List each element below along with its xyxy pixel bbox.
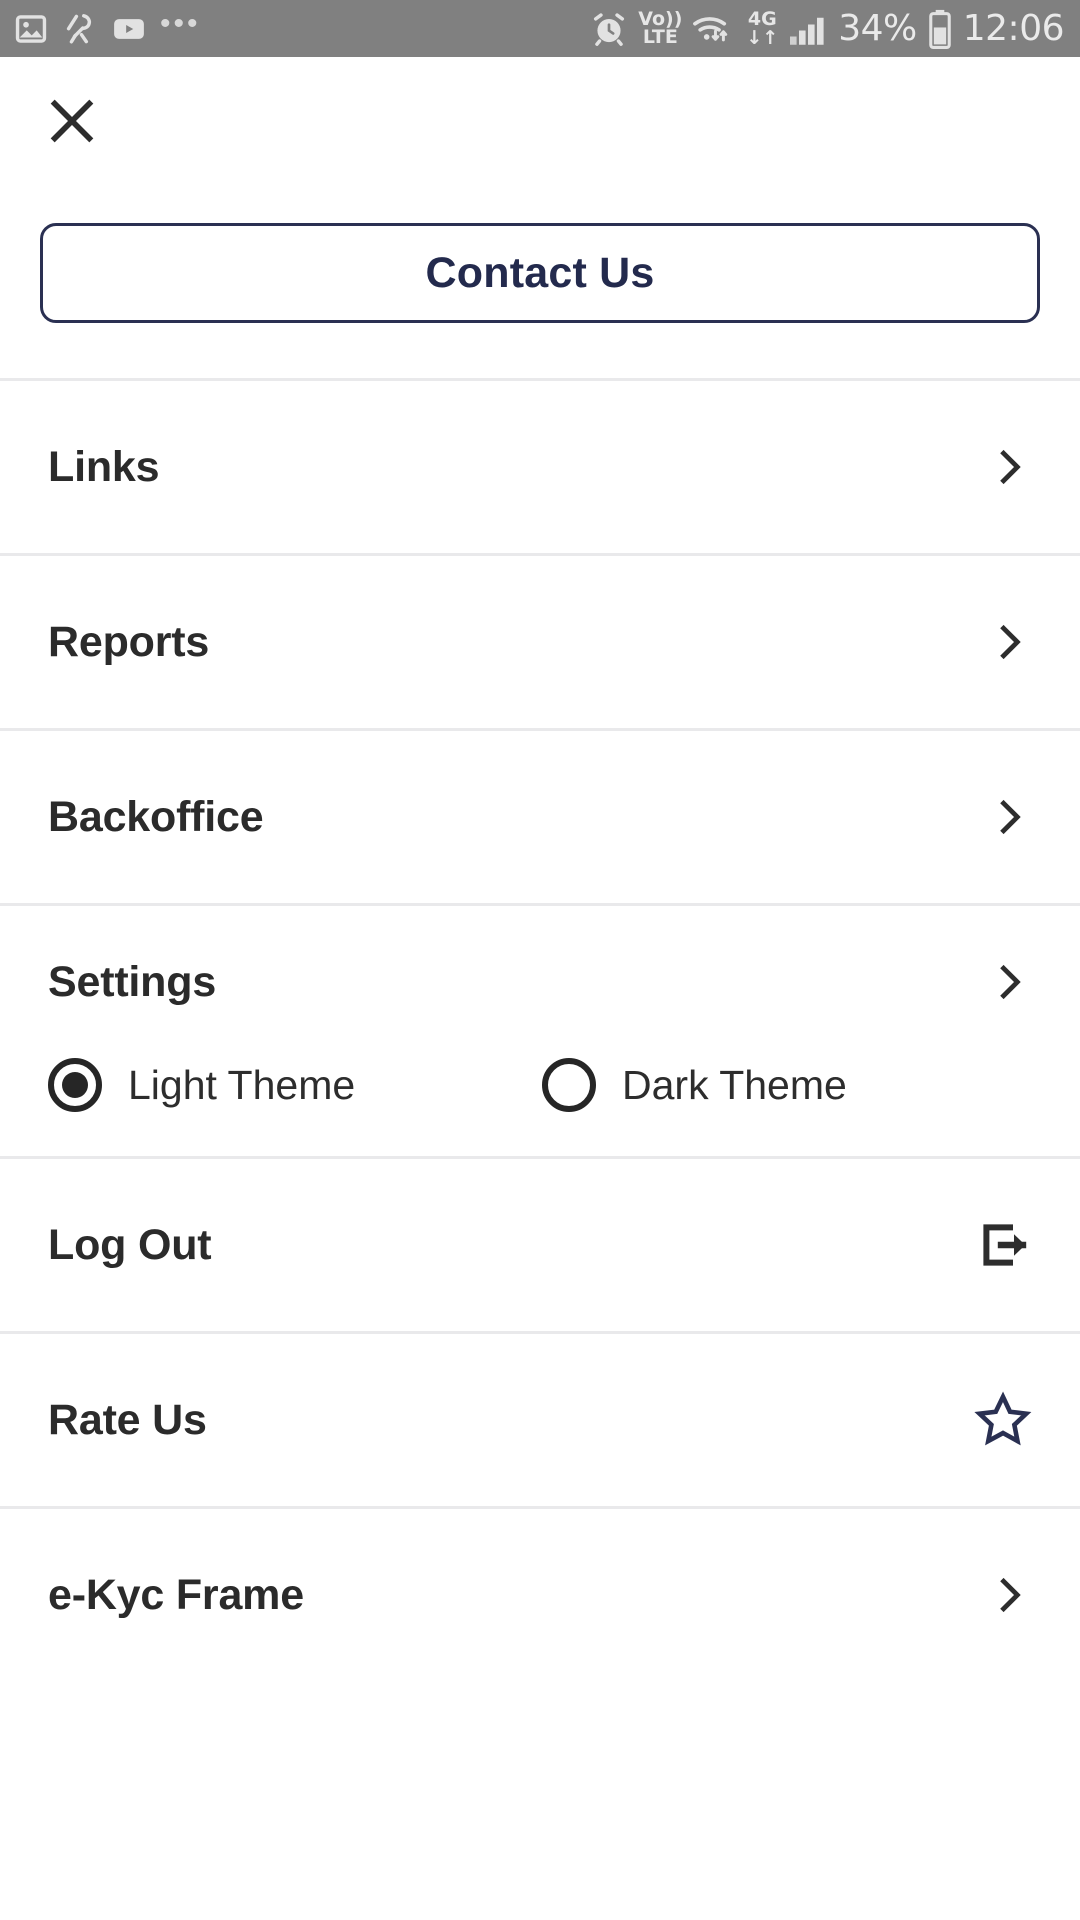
clock-label: 12:06	[962, 8, 1065, 49]
fitness-icon	[62, 11, 98, 47]
more-notifications-icon: •••	[160, 6, 201, 40]
contact-us-section: Contact Us	[0, 185, 1080, 323]
radio-label: Dark Theme	[622, 1061, 847, 1108]
menu-item-label: Reports	[48, 617, 210, 666]
radio-label: Light Theme	[128, 1061, 356, 1108]
signal-bars-icon	[788, 11, 828, 47]
network-traffic-label: ↓↑	[746, 26, 779, 49]
menu-item-label: Rate Us	[48, 1395, 207, 1444]
menu-item-backoffice[interactable]: Backoffice	[0, 731, 1080, 903]
radio-light-theme[interactable]	[48, 1058, 102, 1112]
logout-icon	[962, 1220, 1032, 1270]
radio-dark-theme[interactable]	[542, 1058, 596, 1112]
radio-option-light-theme[interactable]: Light Theme	[48, 1058, 542, 1112]
chevron-right-icon	[962, 445, 1032, 489]
menu-item-ekyc-frame[interactable]: e-Kyc Frame	[0, 1509, 1080, 1681]
menu-item-settings[interactable]: Settings	[0, 906, 1080, 1058]
wifi-icon	[692, 11, 736, 47]
chevron-right-icon	[962, 795, 1032, 839]
menu-item-label: Backoffice	[48, 792, 264, 841]
menu-item-links[interactable]: Links	[0, 381, 1080, 553]
menu-item-label: Settings	[48, 957, 217, 1006]
menu-item-label: Links	[48, 442, 160, 491]
chevron-right-icon	[962, 1573, 1032, 1617]
header	[0, 57, 1080, 185]
battery-percent-label: 34%	[838, 8, 917, 49]
alarm-icon	[590, 10, 628, 48]
volte-bottom-label: LTE	[642, 25, 678, 48]
youtube-icon	[112, 12, 146, 46]
network-type-label: 4G	[747, 8, 777, 31]
settings-section: Settings Light Theme Dark Theme	[0, 906, 1080, 1156]
status-bar: ••• Vo)) LTE 4G ↓↑ 34% 12:06	[0, 0, 1080, 57]
chevron-right-icon	[962, 960, 1032, 1004]
volte-indicator: Vo)) LTE	[638, 9, 682, 48]
radio-selected-dot	[62, 1072, 88, 1098]
star-outline-icon	[962, 1391, 1032, 1449]
menu-item-reports[interactable]: Reports	[0, 556, 1080, 728]
theme-radio-group: Light Theme Dark Theme	[0, 1058, 1080, 1156]
menu-item-log-out[interactable]: Log Out	[0, 1159, 1080, 1331]
close-icon[interactable]	[44, 93, 100, 149]
status-bar-notifications: •••	[14, 6, 201, 49]
chevron-right-icon	[962, 620, 1032, 664]
menu-item-rate-us[interactable]: Rate Us	[0, 1334, 1080, 1506]
status-bar-system: Vo)) LTE 4G ↓↑ 34% 12:06	[590, 8, 1065, 49]
menu-item-label: e-Kyc Frame	[48, 1570, 304, 1619]
mobile-network-indicator: 4G ↓↑	[746, 8, 779, 49]
radio-option-dark-theme[interactable]: Dark Theme	[542, 1058, 847, 1112]
battery-icon	[927, 9, 953, 49]
contact-us-button[interactable]: Contact Us	[40, 223, 1040, 323]
gallery-icon	[14, 12, 48, 46]
menu-item-label: Log Out	[48, 1220, 212, 1269]
